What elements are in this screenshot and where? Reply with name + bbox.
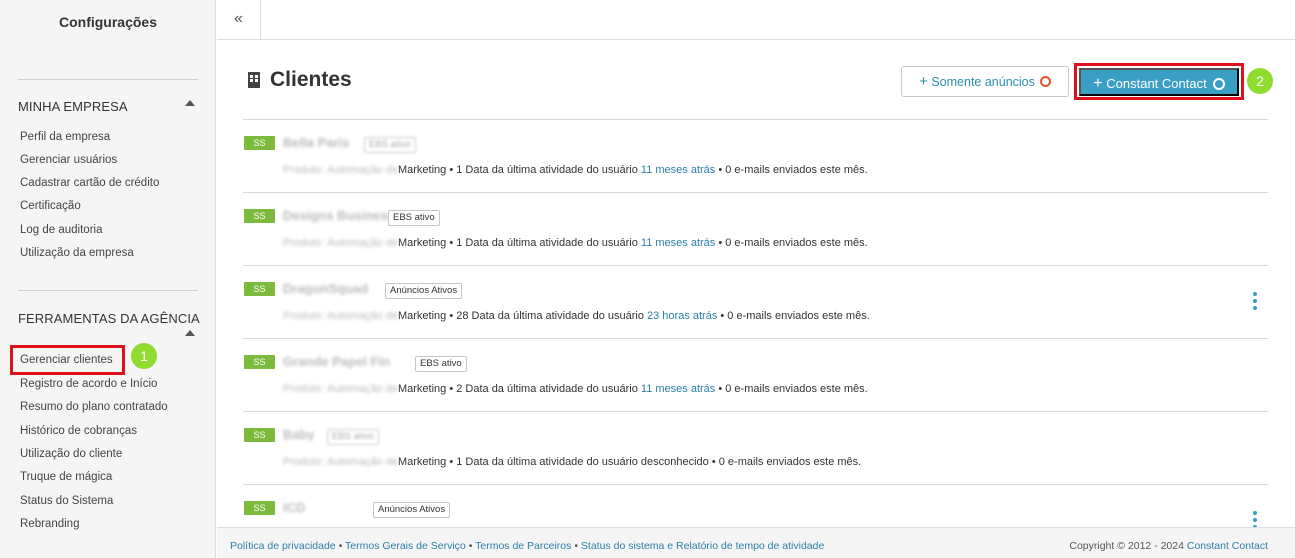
collapse-sidebar-icon[interactable]: «	[217, 0, 261, 40]
client-emails-text: • 0 e-mails enviados este mês.	[715, 383, 868, 395]
client-status-pill: EBS ativo	[415, 356, 467, 372]
client-tag: SS	[244, 428, 275, 442]
client-row[interactable]: SS Grande Papel Fin EBS ativo Produto: Auto…	[243, 339, 1268, 412]
building-icon	[248, 72, 260, 88]
client-emails-text: • 0 e-mails enviados este mês.	[715, 164, 868, 176]
client-tag: SS	[244, 355, 275, 369]
client-activity-text: Marketing • 1 Data da última atividade d…	[397, 237, 641, 249]
sidebar-item-truque[interactable]: Truque de mágica	[20, 471, 112, 483]
sidebar-item-usuarios[interactable]: Gerenciar usuários	[20, 154, 117, 166]
client-activity-text: Marketing • 2 Data da última atividade d…	[397, 383, 641, 395]
sidebar: Configurações MINHA EMPRESA Perfil da em…	[0, 0, 216, 558]
topbar: «	[217, 0, 1295, 40]
sidebar-item-utilizacao-cliente[interactable]: Utilização do cliente	[20, 448, 122, 460]
sidebar-title: Configurações	[58, 14, 157, 30]
sidebar-item-log[interactable]: Log de auditoria	[20, 224, 102, 236]
client-name[interactable]: ICD	[283, 500, 305, 515]
sidebar-divider	[18, 290, 198, 291]
client-status-pill: Anúncios Ativos	[373, 502, 451, 518]
client-product: Produto: Automação de	[283, 383, 398, 395]
footer-separator: •	[571, 540, 581, 552]
client-detail: Produto: Automação deMarketing • 2 Data …	[283, 383, 868, 395]
client-last-activity: desconhecido	[640, 456, 709, 468]
footer-link-terms[interactable]: Termos Gerais de Serviço	[345, 540, 466, 552]
client-last-activity[interactable]: 11 meses atrás	[641, 383, 715, 395]
more-options-icon[interactable]	[1253, 292, 1257, 310]
client-tag: SS	[244, 501, 275, 515]
section-heading-ferramentas[interactable]: FERRAMENTAS DA AGÊNCIA	[18, 311, 200, 326]
sidebar-item-certificacao[interactable]: Certificação	[20, 200, 81, 212]
client-detail: Produto: Automação deMarketing • 1 Data …	[283, 456, 861, 468]
footer-brand-link[interactable]: Constant Contact	[1187, 540, 1268, 552]
ads-only-label: Somente anúncios	[931, 75, 1035, 89]
plus-icon: +	[919, 73, 928, 90]
sidebar-item-status[interactable]: Status do Sistema	[20, 495, 113, 507]
highlight-box	[10, 345, 125, 375]
client-status-pill: EBS ativo	[327, 429, 379, 445]
client-name[interactable]: Grande Papel Fin	[283, 354, 390, 369]
kebab-dot	[1253, 511, 1257, 515]
step-badge-1: 1	[131, 343, 157, 369]
client-product: Produto: Automação de	[283, 310, 398, 322]
client-name[interactable]: Baby	[283, 427, 315, 442]
kebab-dot	[1253, 518, 1257, 522]
kebab-dot	[1253, 299, 1257, 303]
page-title: Clientes	[270, 68, 352, 91]
footer-copyright: Copyright © 2012 - 2024 Constant Contact	[1069, 540, 1268, 552]
client-tag: SS	[244, 209, 275, 223]
footer-separator: •	[465, 540, 476, 552]
client-activity-text: Marketing • 1 Data da última atividade d…	[397, 164, 641, 176]
client-activity-text: Marketing • 28 Data da última atividade …	[397, 310, 648, 322]
client-emails-text: • 0 e-mails enviados este mês.	[717, 310, 870, 322]
client-name[interactable]: DragonSquad	[283, 281, 368, 296]
footer-separator: •	[335, 540, 345, 552]
ads-target-icon	[1039, 76, 1051, 87]
client-activity-text: Marketing • 1 Data da última atividade d…	[397, 456, 641, 468]
sidebar-divider	[18, 79, 198, 80]
client-status-pill: EBS ativo	[388, 210, 440, 226]
client-product: Produto: Automação de	[283, 456, 398, 468]
highlight-box	[1074, 63, 1244, 100]
client-product: Produto: Automação de	[283, 237, 398, 249]
client-detail: Produto: Automação deMarketing • 1 Data …	[283, 164, 868, 176]
step-badge-2: 2	[1247, 68, 1273, 94]
client-emails-text: • 0 e-mails enviados este mês.	[708, 456, 862, 468]
client-last-activity[interactable]: 23 horas atrás	[647, 310, 717, 322]
client-last-activity[interactable]: 11 meses atrás	[641, 164, 715, 176]
sidebar-item-cartao[interactable]: Cadastrar cartão de crédito	[20, 177, 159, 189]
client-last-activity[interactable]: 11 meses atrás	[641, 237, 715, 249]
footer-link-status[interactable]: Status do sistema e Relatório de tempo d…	[581, 540, 824, 552]
client-tag: SS	[244, 136, 275, 150]
footer-link-privacy[interactable]: Política de privacidade	[230, 540, 336, 552]
kebab-dot	[1253, 306, 1257, 310]
ads-only-button[interactable]: + Somente anúncios	[901, 66, 1069, 97]
sidebar-item-historico[interactable]: Histórico de cobranças	[20, 425, 137, 437]
sidebar-item-rebranding[interactable]: Rebranding	[20, 518, 79, 530]
caret-up-icon[interactable]	[185, 100, 195, 106]
client-row[interactable]: SS Bella Paris EBS ativo Produto: Automação…	[243, 120, 1268, 193]
sidebar-item-perfil[interactable]: Perfil da empresa	[20, 131, 110, 143]
footer: Política de privacidade • Termos Gerais …	[217, 527, 1295, 558]
client-name[interactable]: Designs Business	[283, 208, 395, 223]
client-name[interactable]: Bella Paris	[283, 135, 350, 150]
client-emails-text: • 0 e-mails enviados este mês.	[715, 237, 868, 249]
sidebar-item-utilizacao-empresa[interactable]: Utilização da empresa	[20, 247, 134, 259]
sidebar-item-registro[interactable]: Registro de acordo e Início	[20, 378, 157, 390]
client-row[interactable]: SS Baby EBS ativo Produto: Automação deMark…	[243, 412, 1268, 485]
client-product: Produto: Automação de	[283, 164, 398, 176]
client-row[interactable]: SS Designs Business EBS ativo Produto: Auto…	[243, 193, 1268, 266]
client-detail: Produto: Automação deMarketing • 1 Data …	[283, 237, 868, 249]
client-row[interactable]: SS DragonSquad Anúncios Ativos Produto: Aut…	[243, 266, 1268, 339]
client-status-pill: Anúncios Ativos	[385, 283, 463, 299]
client-detail: Produto: Automação deMarketing • 28 Data…	[283, 310, 870, 322]
client-status-pill: EBS ativo	[364, 137, 416, 153]
kebab-dot	[1253, 292, 1257, 296]
sidebar-item-resumo[interactable]: Resumo do plano contratado	[20, 401, 168, 413]
footer-links: Política de privacidade • Termos Gerais …	[230, 540, 824, 552]
caret-up-icon[interactable]	[185, 330, 195, 336]
footer-link-partners[interactable]: Termos de Parceiros	[475, 540, 571, 552]
section-heading-minha-empresa[interactable]: MINHA EMPRESA	[18, 99, 128, 114]
copyright-text: Copyright © 2012 - 2024	[1069, 540, 1187, 552]
client-tag: SS	[244, 282, 275, 296]
